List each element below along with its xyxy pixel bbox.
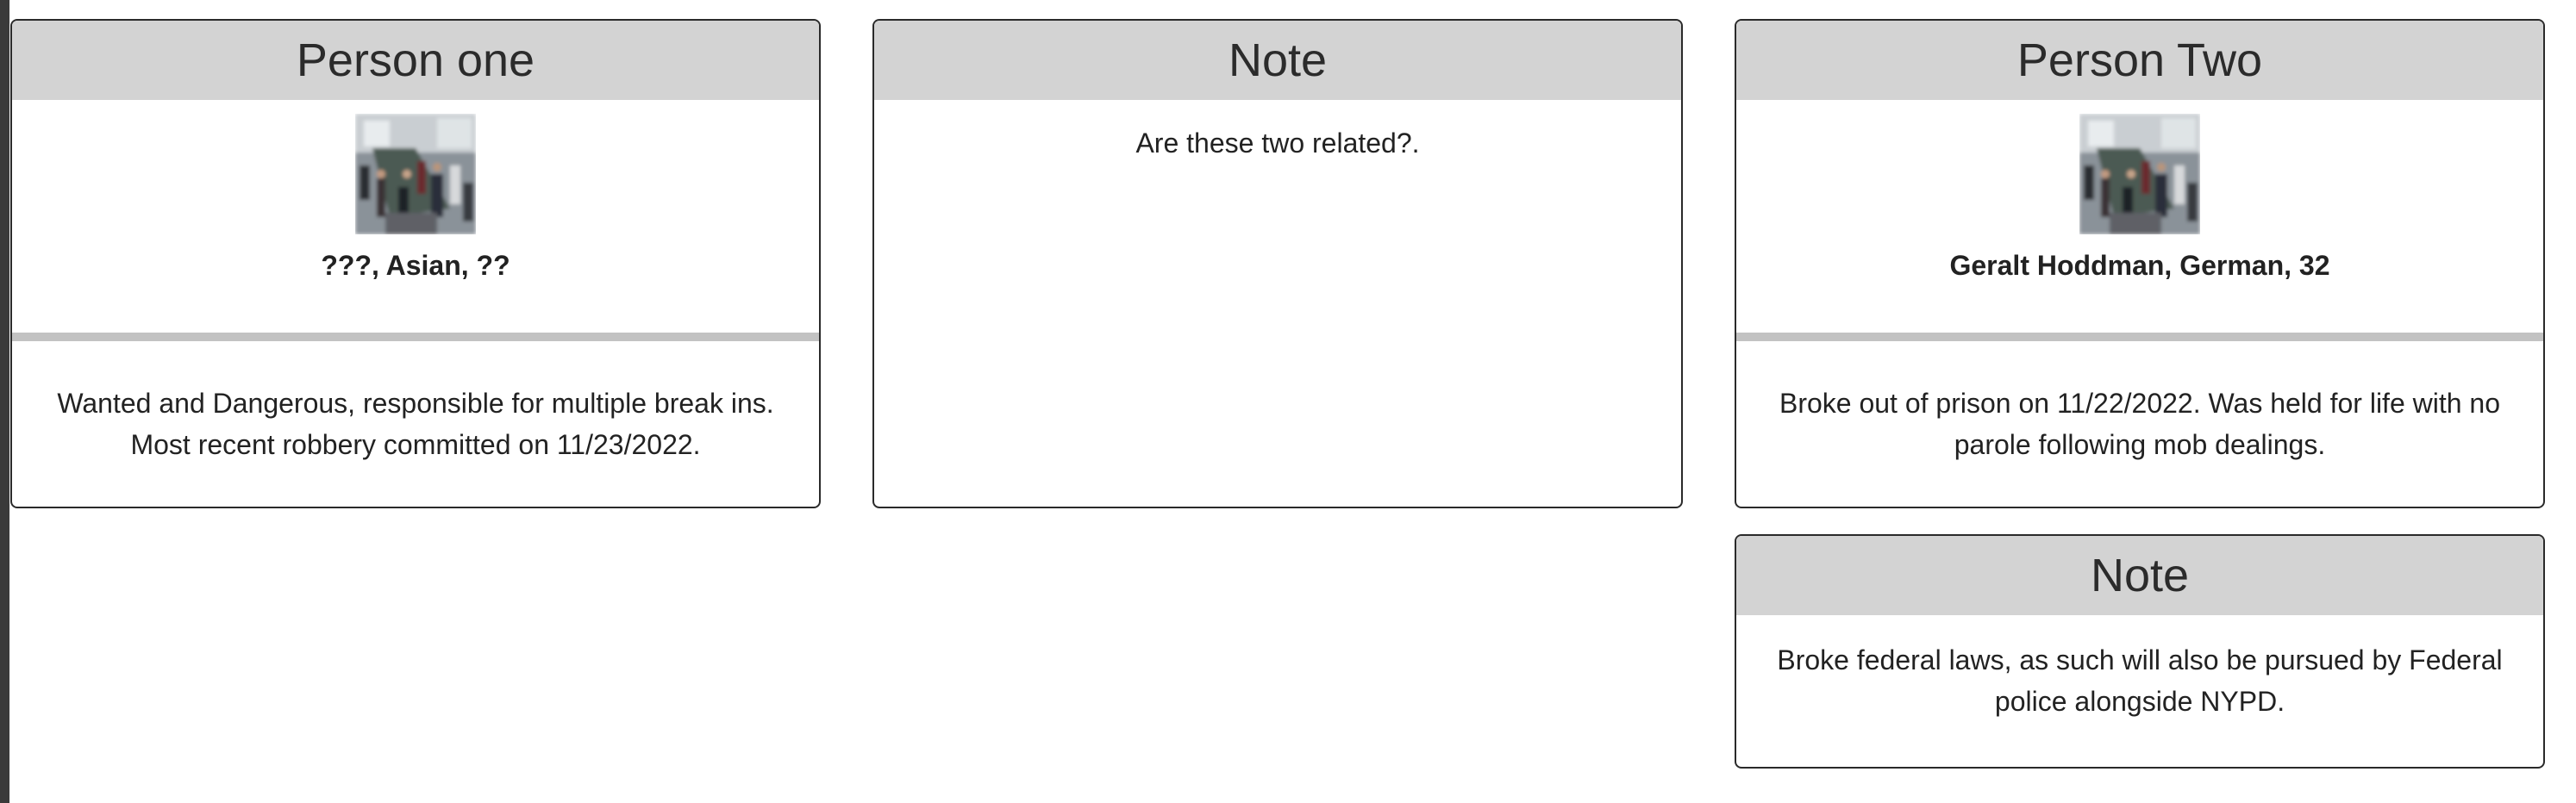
person-one-card: Person one ???, Asian, ?? Wanted and Dan… xyxy=(10,19,821,508)
person-two-divider xyxy=(1736,333,2543,341)
person-two-card: Person Two Geralt Hoddman, German, 32 Br… xyxy=(1735,19,2545,508)
person-one-photo xyxy=(355,114,476,234)
person-one-divider xyxy=(12,333,819,341)
person-two-photo xyxy=(2079,114,2200,234)
note-text: Are these two related?. xyxy=(1135,128,1420,159)
person-two-description: Broke out of prison on 11/22/2022. Was h… xyxy=(1779,388,2501,460)
person-two-title: Person Two xyxy=(1736,21,2543,100)
note-text: Broke federal laws, as such will also be… xyxy=(1777,644,2503,717)
person-one-title: Person one xyxy=(12,21,819,100)
note-title: Note xyxy=(874,21,1681,100)
window-edge xyxy=(0,0,9,803)
person-one-description: Wanted and Dangerous, responsible for mu… xyxy=(57,388,774,460)
note-card-bottom: Note Broke federal laws, as such will al… xyxy=(1735,534,2545,769)
note-title: Note xyxy=(1736,536,2543,615)
note-card-middle: Note Are these two related?. xyxy=(872,19,1683,508)
person-two-identity: Geralt Hoddman, German, 32 xyxy=(1949,250,2330,281)
person-one-identity: ???, Asian, ?? xyxy=(321,250,510,281)
